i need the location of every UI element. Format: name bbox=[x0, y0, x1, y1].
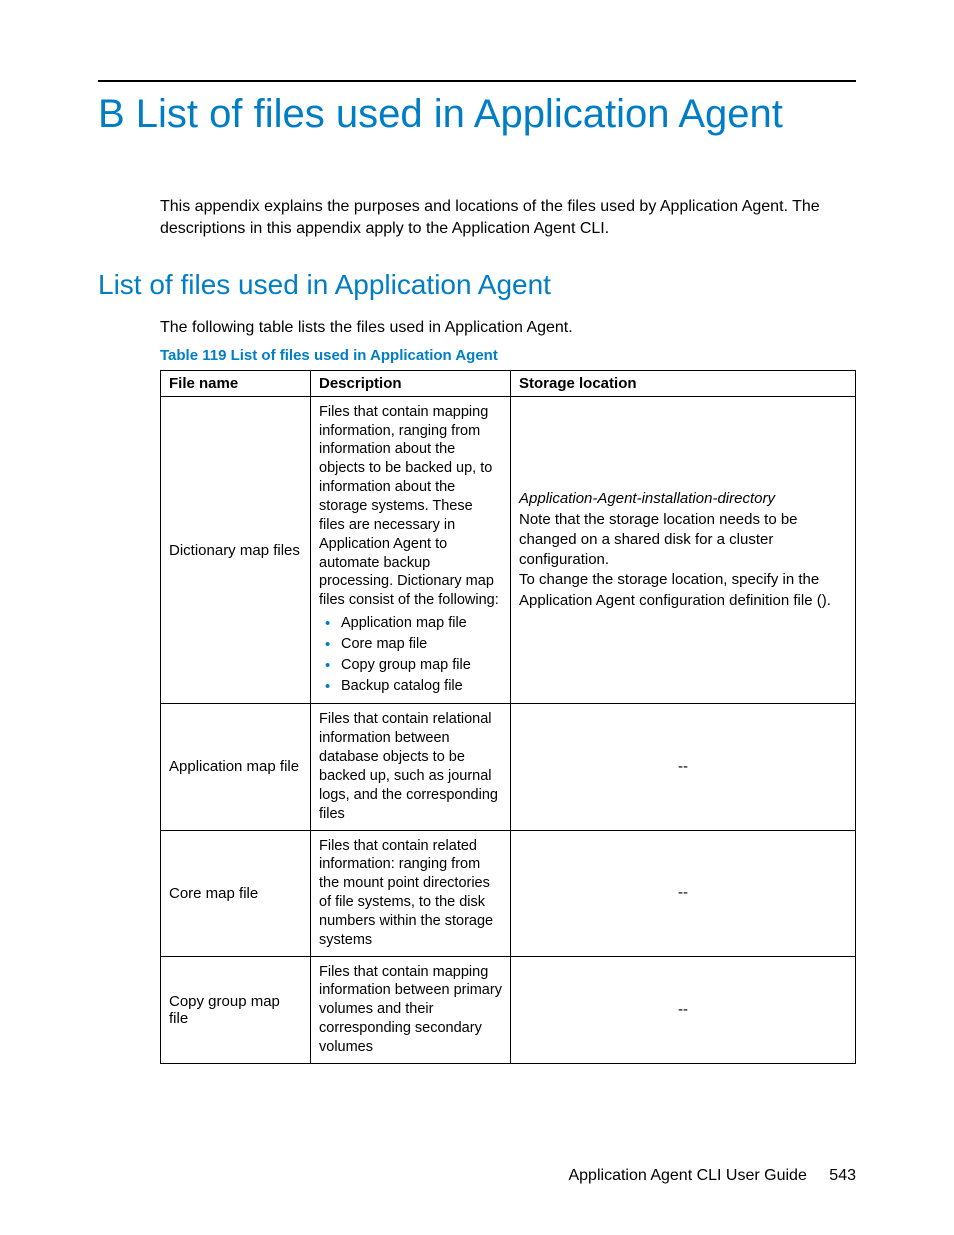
section-intro: The following table lists the files used… bbox=[160, 317, 856, 339]
top-rule bbox=[98, 80, 856, 82]
cell-file-name: Core map file bbox=[161, 830, 311, 956]
appendix-title: B List of files used in Application Agen… bbox=[98, 92, 856, 136]
section-title: List of files used in Application Agent bbox=[98, 269, 856, 301]
page-footer: Application Agent CLI User Guide 543 bbox=[568, 1167, 856, 1185]
cell-description: Files that contain mapping information, … bbox=[311, 396, 511, 704]
list-item: Core map file bbox=[325, 635, 502, 654]
files-table: File name Description Storage location D… bbox=[160, 370, 856, 1064]
appendix-intro: This appendix explains the purposes and … bbox=[160, 196, 856, 239]
footer-page-number: 543 bbox=[829, 1167, 856, 1184]
cell-description: Files that contain relational informatio… bbox=[311, 704, 511, 830]
table-row: Dictionary map files Files that contain … bbox=[161, 396, 856, 704]
table-header-row: File name Description Storage location bbox=[161, 370, 856, 396]
cell-file-name: Application map file bbox=[161, 704, 311, 830]
cell-storage-location: -- bbox=[511, 956, 856, 1063]
cell-storage-location: -- bbox=[511, 704, 856, 830]
loc-note: Note that the storage location needs to … bbox=[519, 510, 847, 571]
footer-doc-title: Application Agent CLI User Guide bbox=[568, 1167, 806, 1184]
loc-change: To change the storage location, specify … bbox=[519, 570, 847, 611]
desc-main-text: Files that contain mapping information, … bbox=[319, 404, 499, 608]
th-file-name: File name bbox=[161, 370, 311, 396]
loc-change-a: To change the storage location, specify bbox=[519, 571, 783, 588]
list-item: Application map file bbox=[325, 614, 502, 633]
cell-file-name: Dictionary map files bbox=[161, 396, 311, 704]
cell-storage-location: -- bbox=[511, 830, 856, 956]
table-caption: Table 119 List of files used in Applicat… bbox=[160, 347, 856, 364]
th-description: Description bbox=[311, 370, 511, 396]
cell-description: Files that contain related information: … bbox=[311, 830, 511, 956]
desc-sublist: Application map file Core map file Copy … bbox=[319, 614, 502, 695]
loc-install-dir: Application-Agent-installation-directory bbox=[519, 489, 847, 509]
table-row: Application map file Files that contain … bbox=[161, 704, 856, 830]
page-content: B List of files used in Application Agen… bbox=[0, 0, 954, 1064]
cell-storage-location: Application-Agent-installation-directory… bbox=[511, 396, 856, 704]
loc-change-c: ). bbox=[822, 592, 831, 609]
table-row: Copy group map file Files that contain m… bbox=[161, 956, 856, 1063]
cell-file-name: Copy group map file bbox=[161, 956, 311, 1063]
th-storage-location: Storage location bbox=[511, 370, 856, 396]
cell-description: Files that contain mapping information b… bbox=[311, 956, 511, 1063]
table-row: Core map file Files that contain related… bbox=[161, 830, 856, 956]
list-item: Backup catalog file bbox=[325, 677, 502, 696]
list-item: Copy group map file bbox=[325, 656, 502, 675]
